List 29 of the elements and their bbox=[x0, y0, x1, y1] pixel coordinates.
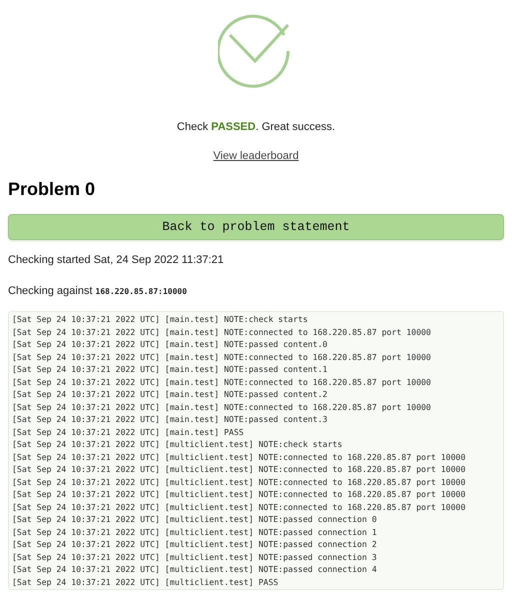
log-line: [Sat Sep 24 10:37:21 2022 UTC] [multiclient.test] NOTE:connected to 168.220.85.87 port 10000 bbox=[12, 500, 466, 513]
log-line: [Sat Sep 24 10:37:21 2022 UTC] [main.test] NOTE:connected to 168.220.85.87 port 10000 bbox=[12, 326, 431, 338]
log-line: [Sat Sep 24 10:37:21 2022 UTC] [multiclient.test] NOTE:passed connection 0 bbox=[12, 513, 377, 526]
log-line: [Sat Sep 24 10:37:21 2022 UTC] [main.test] NOTE:passed content.2 bbox=[12, 388, 328, 400]
log-line: [Sat Sep 24 10:37:21 2022 UTC] [main.test] NOTE:check starts bbox=[12, 313, 308, 326]
log-line: [Sat Sep 24 10:37:21 2022 UTC] [main.test] PASS bbox=[12, 426, 244, 438]
log-line: [Sat Sep 24 10:37:21 2022 UTC] [multiclient.test] NOTE:check starts bbox=[12, 438, 342, 450]
log-line: [Sat Sep 24 10:37:21 2022 UTC] [multiclient.test] NOTE:connected to 168.220.85.87 port 10000 bbox=[12, 488, 466, 500]
leaderboard-link[interactable]: View leaderboard bbox=[213, 148, 299, 164]
log-line: [Sat Sep 24 10:37:21 2022 UTC] [multiclient.test] NOTE:passed connection 3 bbox=[12, 550, 377, 563]
log-line: [Sat Sep 24 10:37:21 2022 UTC] [multiclient.test] NOTE:connected to 168.220.85.87 port 10000 bbox=[12, 450, 466, 463]
log-line: [Sat Sep 24 10:37:21 2022 UTC] [multiclient.test] NOTE:connected to 168.220.85.87 port 10000 bbox=[12, 476, 466, 488]
server-address: 168.220.85.87:10000 bbox=[95, 286, 187, 298]
problem-title: Problem 0 bbox=[8, 178, 96, 200]
log-line: [Sat Sep 24 10:37:21 2022 UTC] [main.test] NOTE:connected to 168.220.85.87 port 10000 bbox=[12, 350, 431, 363]
log-line: [Sat Sep 24 10:37:21 2022 UTC] [main.test] NOTE:connected to 168.220.85.87 port 10000 bbox=[12, 376, 431, 388]
log-line: [Sat Sep 24 10:37:21 2022 UTC] [main.test] NOTE:passed content.1 bbox=[12, 363, 328, 376]
log-line: [Sat Sep 24 10:37:21 2022 UTC] [multiclient.test] NOTE:passed connection 1 bbox=[12, 526, 377, 538]
back-button[interactable]: Back to problem statement bbox=[8, 214, 504, 240]
log-line: [Sat Sep 24 10:37:21 2022 UTC] [main.test] NOTE:passed content.0 bbox=[12, 338, 328, 350]
log-line: [Sat Sep 24 10:37:21 2022 UTC] [main.test] NOTE:connected to 168.220.85.87 port 10000 bbox=[12, 400, 431, 413]
log-line: [Sat Sep 24 10:37:21 2022 UTC] [multiclient.test] NOTE:connected to 168.220.85.87 port 10000 bbox=[12, 463, 466, 476]
log-line: [Sat Sep 24 10:37:21 2022 UTC] [multiclient.test] NOTE:passed connection 4 bbox=[12, 563, 377, 576]
against-label: Checking against bbox=[8, 284, 92, 298]
log-line: [Sat Sep 24 10:37:21 2022 UTC] [multiclient.test] NOTE:passed connection 2 bbox=[12, 538, 377, 550]
log-line: [Sat Sep 24 10:37:21 2022 UTC] [multiclient.test] PASS bbox=[12, 576, 278, 588]
started-text: Checking started Sat, 24 Sep 2022 11:37:21 bbox=[8, 253, 225, 268]
result-message: Check PASSED. Great success. bbox=[176, 120, 336, 135]
log-line: [Sat Sep 24 10:37:21 2022 UTC] [main.test] NOTE:passed content.3 bbox=[12, 413, 328, 426]
